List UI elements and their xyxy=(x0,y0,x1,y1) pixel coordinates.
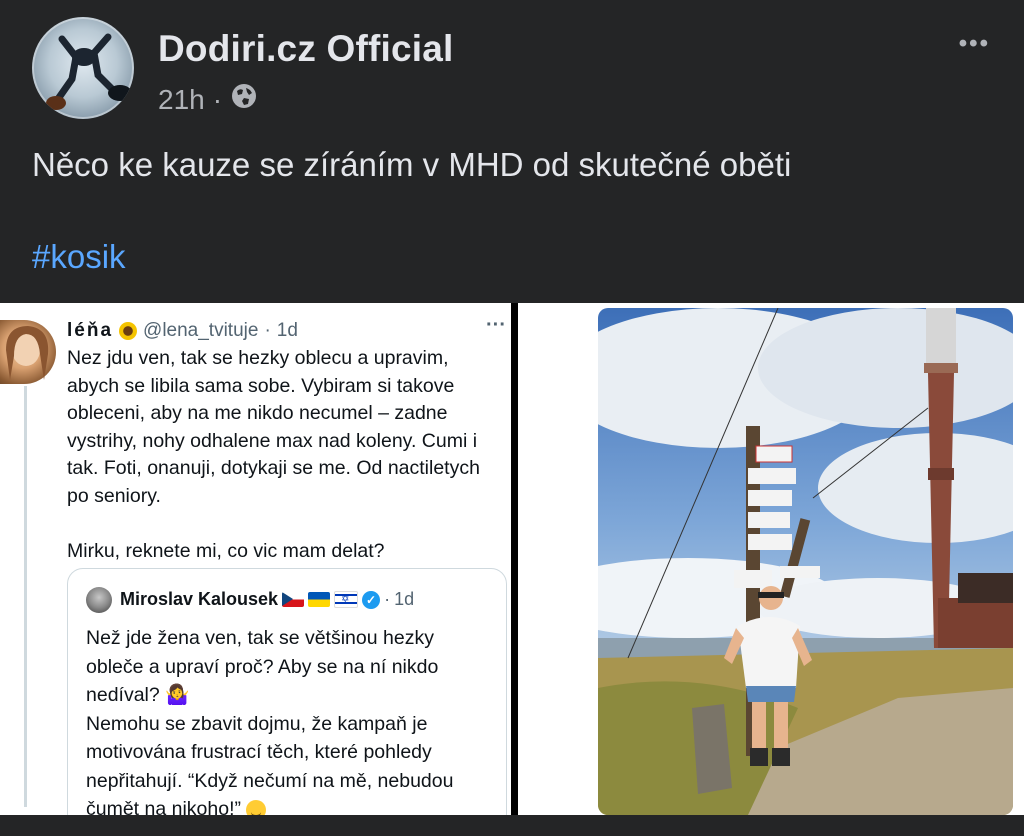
bottom-bar xyxy=(0,815,1024,836)
tweet-author-avatar xyxy=(0,320,56,384)
hashtag-link[interactable]: #kosik xyxy=(32,238,126,276)
tweet-age: 1d xyxy=(276,320,298,341)
quoted-author-avatar xyxy=(86,587,112,613)
tweet-author-name: léňa xyxy=(67,320,114,341)
quoted-dot: · xyxy=(384,589,391,609)
post-text: Něco ke kauze se zíráním v MHD od skuteč… xyxy=(32,146,792,183)
thread-line xyxy=(24,386,27,807)
tweet-handle: @lena_tvituje xyxy=(143,320,259,341)
tweet-header: léňa @lena_tvituje · 1d xyxy=(67,320,298,342)
post-meta: 21h · xyxy=(158,82,258,117)
tweet-dot: · xyxy=(264,320,271,341)
post-time[interactable]: 21h xyxy=(158,84,205,116)
verified-icon: ✓ xyxy=(362,590,381,609)
sunflower-icon xyxy=(119,322,138,340)
page-name[interactable]: Dodiri.cz Official xyxy=(158,28,454,70)
quoted-body: Než jde žena ven, tak se většinou hezky … xyxy=(86,624,498,824)
tweet-more-icon: ··· xyxy=(486,314,506,336)
meta-separator: · xyxy=(212,83,223,115)
tweet-body: Nez jdu ven, tak se hezky oblecu a uprav… xyxy=(67,347,480,562)
page-avatar[interactable] xyxy=(32,17,134,119)
photo-icon xyxy=(598,308,1013,815)
globe-icon xyxy=(230,82,258,117)
summit-photo[interactable] xyxy=(598,308,1013,815)
avatar-figure-icon xyxy=(32,17,134,119)
flag-cz-icon xyxy=(282,592,305,607)
quoted-age: 1d xyxy=(394,589,415,609)
quoted-body-text: Než jde žena ven, tak se většinou hezky … xyxy=(86,627,454,820)
flag-il-icon xyxy=(334,591,359,608)
quoted-header: Miroslav Kalousek ✓ · 1d xyxy=(120,589,414,610)
quoted-author-name: Miroslav Kalousek xyxy=(120,589,279,609)
flag-ua-icon xyxy=(308,592,331,607)
more-options-button[interactable]: ••• xyxy=(959,30,990,58)
